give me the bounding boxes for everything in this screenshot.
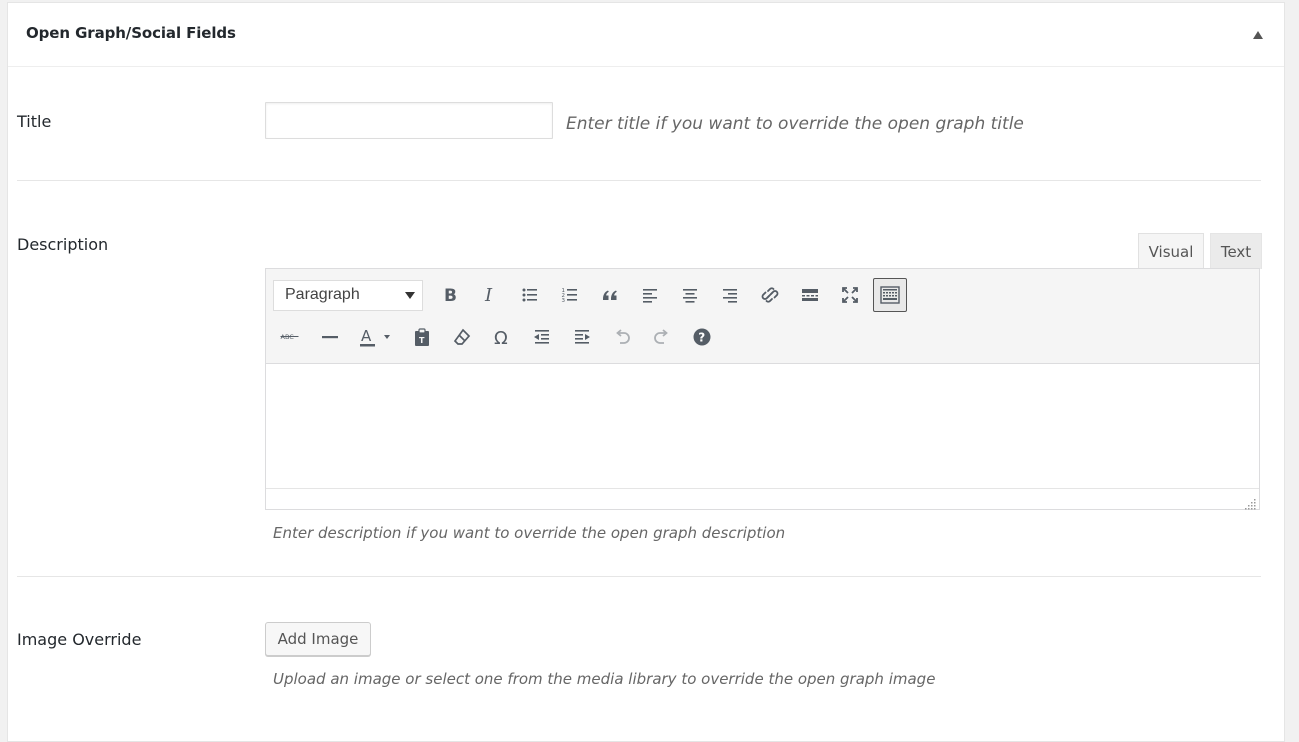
bullet-list-icon[interactable]: [513, 278, 547, 312]
svg-text:A: A: [361, 327, 372, 345]
format-select[interactable]: Paragraph: [273, 279, 423, 311]
strikethrough-icon[interactable]: ABC: [273, 320, 307, 354]
image-override-hint: Upload an image or select one from the m…: [273, 670, 936, 688]
svg-text:Ω: Ω: [494, 328, 508, 347]
paste-as-text-icon[interactable]: T: [405, 320, 439, 354]
panel-title: Open Graph/Social Fields: [26, 24, 236, 42]
tab-visual[interactable]: Visual: [1138, 233, 1204, 270]
separator: [17, 576, 1261, 577]
italic-icon[interactable]: I: [473, 278, 507, 312]
fullscreen-icon[interactable]: [833, 278, 867, 312]
align-center-icon[interactable]: [673, 278, 707, 312]
svg-text:B: B: [444, 286, 457, 305]
separator: [17, 180, 1261, 181]
svg-text:T: T: [419, 336, 425, 345]
format-select-value: Paragraph: [285, 286, 360, 303]
read-more-icon[interactable]: [793, 278, 827, 312]
chevron-down-icon: [405, 291, 415, 299]
panel-header[interactable]: Open Graph/Social Fields: [8, 3, 1284, 67]
editor-statusbar: [266, 488, 1259, 510]
editor-toolbar: Paragraph B I 123 A T Ω ?: [266, 269, 1259, 364]
indent-icon[interactable]: [565, 320, 599, 354]
align-right-icon[interactable]: [713, 278, 747, 312]
collapse-toggle-icon[interactable]: [1248, 25, 1268, 45]
resize-handle-icon[interactable]: [1245, 495, 1257, 510]
numbered-list-icon[interactable]: 123: [553, 278, 587, 312]
clear-formatting-icon[interactable]: [445, 320, 479, 354]
link-icon[interactable]: [753, 278, 787, 312]
redo-icon[interactable]: [645, 320, 679, 354]
horizontal-line-icon[interactable]: [313, 320, 347, 354]
toolbar-toggle-icon[interactable]: [873, 278, 907, 312]
description-editor: Paragraph B I 123 A T Ω ?: [265, 268, 1260, 510]
svg-text:?: ?: [698, 331, 705, 345]
toolbar-row-2: ABC A T Ω: [273, 321, 725, 353]
description-label: Description: [17, 235, 109, 254]
title-hint: Enter title if you want to override the …: [566, 114, 1024, 134]
undo-icon[interactable]: [605, 320, 639, 354]
blockquote-icon[interactable]: [593, 278, 627, 312]
description-edit-area[interactable]: [266, 364, 1259, 489]
add-image-button[interactable]: Add Image: [265, 622, 371, 656]
title-input[interactable]: [265, 102, 553, 139]
outdent-icon[interactable]: [525, 320, 559, 354]
title-label: Title: [17, 112, 52, 131]
tab-text[interactable]: Text: [1210, 233, 1262, 269]
special-character-icon[interactable]: Ω: [485, 320, 519, 354]
align-left-icon[interactable]: [633, 278, 667, 312]
toolbar-row-1: Paragraph B I 123: [273, 278, 913, 312]
svg-text:I: I: [484, 285, 493, 305]
help-icon[interactable]: ?: [685, 320, 719, 354]
svg-text:3: 3: [562, 298, 566, 304]
image-override-label: Image Override: [17, 630, 142, 649]
description-hint: Enter description if you want to overrid…: [273, 524, 786, 542]
bold-icon[interactable]: B: [433, 278, 467, 312]
text-color-icon[interactable]: A: [353, 320, 399, 354]
